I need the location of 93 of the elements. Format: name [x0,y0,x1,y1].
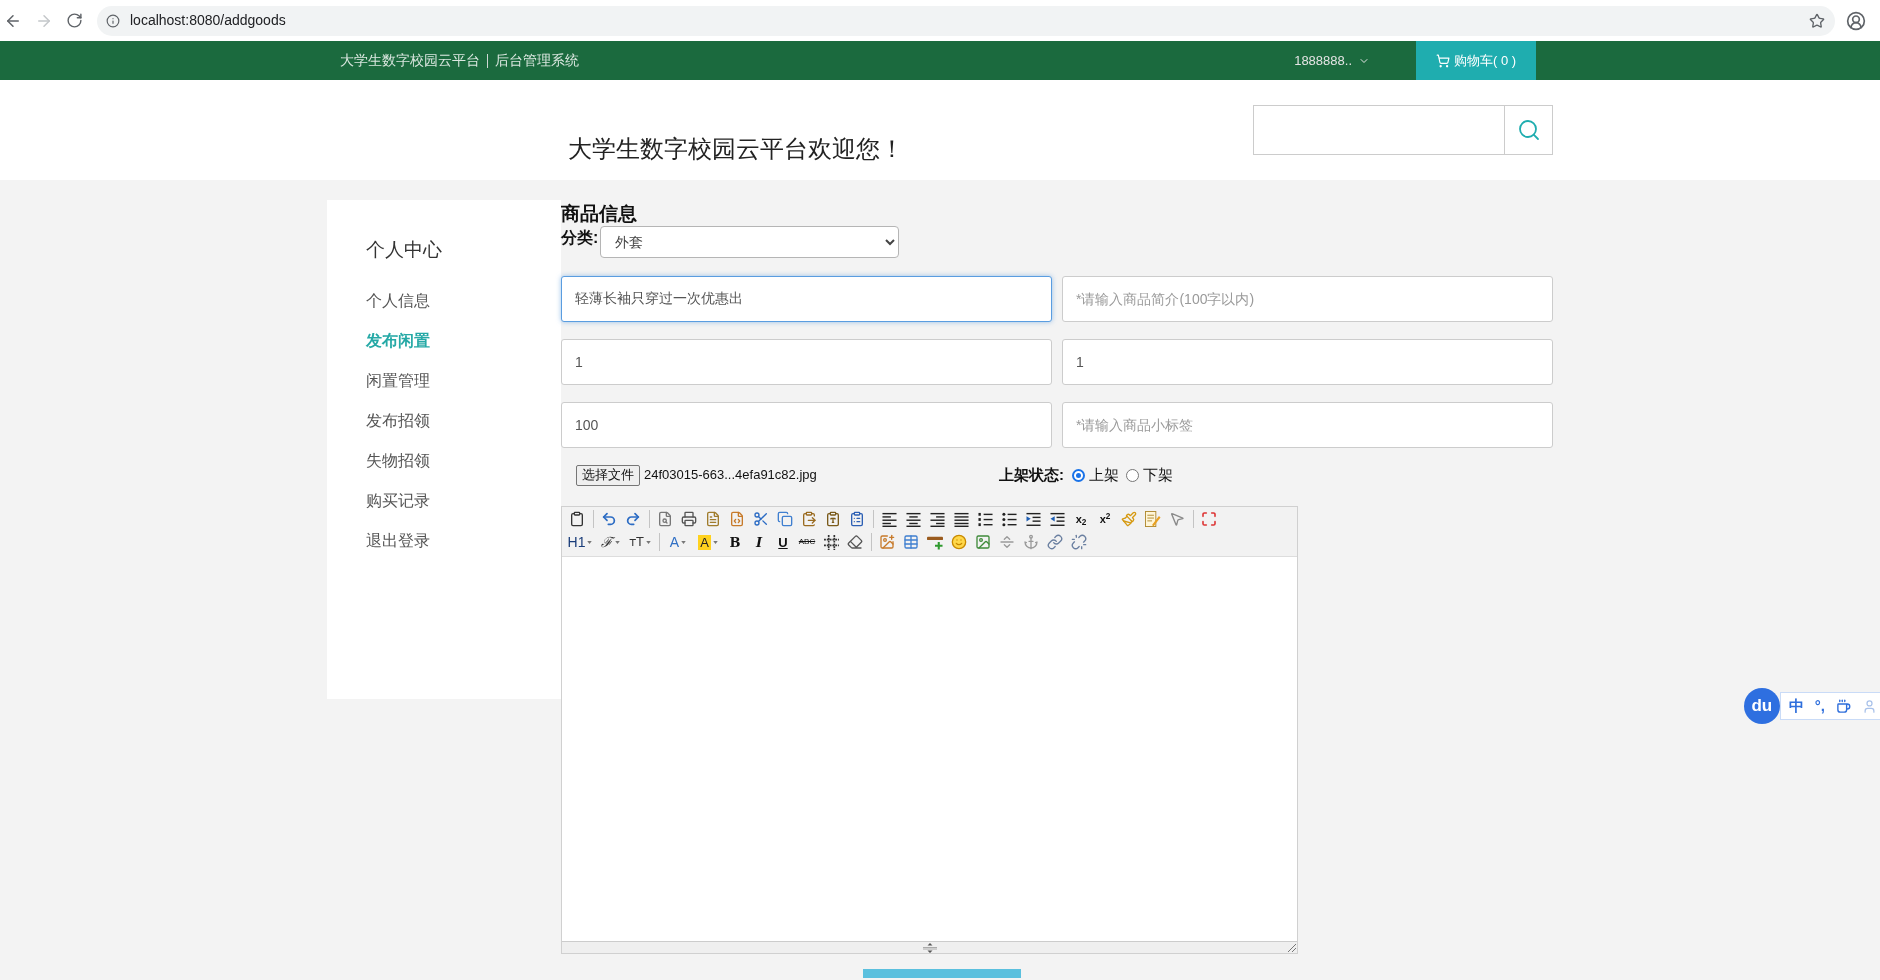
clipboard-icon[interactable] [569,511,585,527]
sidebar-title: 个人中心 [366,238,442,262]
sidebar-item[interactable]: 退出登录 [366,521,430,561]
radio-button[interactable] [1072,468,1085,482]
italic-button[interactable]: I [747,532,771,552]
redo-icon[interactable] [625,511,641,527]
user-menu[interactable]: 1888888.. [1294,50,1370,71]
clipboard-list-icon[interactable] [849,511,865,527]
radio-button[interactable] [1126,468,1139,482]
image-add-icon[interactable] [879,534,895,550]
numbered-list-icon[interactable] [977,511,993,527]
input-field[interactable]: 100 [561,402,1052,448]
input-field[interactable]: *请输入商品简介(100字以内) [1062,276,1553,322]
indent-icon[interactable] [1025,511,1041,527]
radio-label: 下架 [1143,464,1173,485]
ime-punctuation[interactable]: °, [1814,694,1825,718]
brush-icon[interactable] [1121,511,1137,527]
caret-icon [645,540,651,544]
input-field[interactable]: *请输入商品小标签 [1062,402,1553,448]
highlight-color-dropdown[interactable]: A [693,532,723,552]
code-page-icon[interactable] [729,511,745,527]
ime-logo[interactable]: du [1743,688,1780,724]
scissors-icon[interactable] [753,511,769,527]
font-color-dropdown[interactable]: A [663,532,693,552]
superscript-button[interactable]: x$^{2}$ [1093,509,1117,529]
pointer-icon[interactable] [1169,511,1185,527]
font-family-dropdown[interactable]: ℱ [595,532,625,552]
clipboard-icon[interactable] [801,511,817,527]
welcome-title: 大学生数字校园云平台欢迎您！ [568,134,904,164]
sidebar-item[interactable]: 闲置管理 [366,361,430,401]
radio-label: 上架 [1089,464,1119,485]
sidebar-item[interactable]: 个人信息 [366,281,430,321]
caret-icon [681,540,687,544]
sidebar-item[interactable]: 购买记录 [366,481,430,521]
font-size-dropdown[interactable]: ᴛT [625,532,655,552]
ime-mode[interactable]: 中 [1788,694,1804,718]
caret-icon [712,540,718,544]
subscript-button[interactable]: x$_{2}$ [1069,509,1093,529]
caret-icon [614,540,620,544]
align-center-icon[interactable] [905,511,921,527]
brand-name: 大学生数字校园云平台 [340,51,480,70]
cart-icon [1435,53,1450,68]
profile-icon[interactable] [1846,10,1866,31]
page-magnifier-icon[interactable] [657,511,673,527]
strikethrough-button[interactable]: ABC [795,532,819,552]
page-break-icon[interactable] [999,534,1015,550]
eraser-icon[interactable] [847,534,863,550]
file-name: 24f03015-663...4efa91c82.jpg [644,466,817,485]
category-label: 分类: [561,228,599,248]
system-name: 后台管理系统 [495,51,579,70]
resize-grip-icon[interactable] [1287,943,1296,952]
choose-file-button[interactable]: 选择文件 [576,464,640,486]
search-field[interactable] [1253,105,1504,155]
grid-icon[interactable] [823,534,839,550]
search-button[interactable] [1504,105,1553,155]
clipboard-text-icon[interactable] [825,511,841,527]
fullscreen-icon[interactable] [1201,511,1217,527]
unlink-icon[interactable] [1071,534,1087,550]
sidebar-item[interactable]: 失物招领 [366,441,430,481]
resize-handle-icon[interactable] [921,942,938,953]
input-field[interactable]: 1 [561,339,1052,385]
section-title: 商品信息 [561,203,637,225]
bullet-list-icon[interactable] [1001,511,1017,527]
printer-icon[interactable] [681,511,697,527]
caret-icon [587,540,593,544]
info-icon [106,13,120,28]
cup-icon[interactable] [1836,698,1851,714]
reload-icon[interactable] [66,12,83,29]
link-icon[interactable] [1047,534,1063,550]
page-pencil-icon[interactable] [1145,511,1161,527]
bold-button[interactable]: B [723,532,747,552]
input-field[interactable]: 1 [1062,339,1553,385]
sidebar-item[interactable]: 发布招领 [366,401,430,441]
status-label: 上架状态: [999,464,1064,485]
table-icon[interactable] [903,534,919,550]
undo-icon[interactable] [601,511,617,527]
heading-dropdown[interactable]: H1 [565,532,595,552]
anchor-icon[interactable] [1023,534,1039,550]
search-icon [1516,118,1541,142]
copy-icon[interactable] [777,511,793,527]
image-icon[interactable] [975,534,991,550]
address-bar[interactable]: localhost:8080/addgoods [97,5,1835,36]
align-right-icon[interactable] [929,511,945,527]
line-add-icon[interactable] [927,534,943,550]
category-select[interactable]: 外套 [600,226,900,258]
input-field[interactable]: 轻薄长袖只穿过一次优惠出 [561,276,1052,322]
align-justify-icon[interactable] [953,511,969,527]
smiley-icon[interactable] [951,534,967,550]
underline-button[interactable]: U [771,532,795,552]
align-left-icon[interactable] [881,511,897,527]
outdent-icon[interactable] [1049,511,1065,527]
star-icon[interactable] [1809,12,1825,29]
document-icon[interactable] [705,511,721,527]
